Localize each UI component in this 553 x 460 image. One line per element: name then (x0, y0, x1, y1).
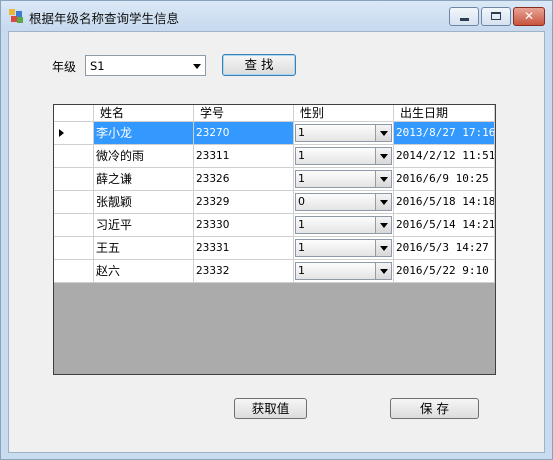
gender-select-value: 1 (298, 172, 305, 185)
cell-birth[interactable]: 2014/2/12 11:51 (394, 145, 495, 168)
gender-select-value: 1 (298, 218, 305, 231)
gender-select[interactable]: 1 (295, 239, 392, 257)
client-area: 年级 S1 查 找 姓名 学号 性别 出生日期 李小龙 23270 1 2013/8/… (8, 31, 545, 453)
chevron-down-icon (380, 131, 388, 136)
chevron-down-icon (380, 200, 388, 205)
column-header-gender[interactable]: 性别 (294, 105, 394, 122)
dropdown-button[interactable] (375, 125, 391, 141)
chevron-down-icon (380, 177, 388, 182)
gender-select[interactable]: 1 (295, 170, 392, 188)
dropdown-button[interactable] (375, 194, 391, 210)
gender-select[interactable]: 1 (295, 262, 392, 280)
minimize-icon (460, 18, 469, 21)
cell-gender[interactable]: 1 (294, 145, 394, 168)
gender-select[interactable]: 1 (295, 124, 392, 142)
student-grid[interactable]: 姓名 学号 性别 出生日期 李小龙 23270 1 2013/8/27 17:16 微冷… (53, 104, 496, 375)
cell-id[interactable]: 23329 (194, 191, 294, 214)
cell-id[interactable]: 23330 (194, 214, 294, 237)
chevron-down-icon (380, 269, 388, 274)
gender-select[interactable]: 1 (295, 147, 392, 165)
cell-id[interactable]: 23331 (194, 237, 294, 260)
chevron-down-icon (380, 154, 388, 159)
grid-corner-header[interactable] (54, 105, 94, 122)
cell-birth[interactable]: 2016/6/9 10:25 (394, 168, 495, 191)
column-header-birth[interactable]: 出生日期 (394, 105, 495, 122)
cell-birth[interactable]: 2016/5/22 9:10 (394, 260, 495, 283)
dropdown-button[interactable] (375, 171, 391, 187)
cell-name[interactable]: 微冷的雨 (94, 145, 194, 168)
chevron-down-icon (380, 223, 388, 228)
row-header[interactable] (54, 122, 94, 145)
minimize-button[interactable] (449, 7, 479, 26)
cell-birth[interactable]: 2016/5/3 14:27 (394, 237, 495, 260)
row-header[interactable] (54, 237, 94, 260)
cell-gender[interactable]: 1 (294, 122, 394, 145)
cell-birth[interactable]: 2016/5/14 14:21 (394, 214, 495, 237)
dropdown-button[interactable] (375, 240, 391, 256)
cell-name[interactable]: 李小龙 (94, 122, 194, 145)
cell-id[interactable]: 23311 (194, 145, 294, 168)
cell-name[interactable]: 张靓颖 (94, 191, 194, 214)
main-window: 根据年级名称查询学生信息 ✕ 年级 S1 查 找 姓名 学号 性别 出生日期 李… (0, 0, 553, 460)
search-button[interactable]: 查 找 (222, 54, 296, 76)
column-header-id[interactable]: 学号 (194, 105, 294, 122)
gender-select-value: 1 (298, 241, 305, 254)
chevron-down-icon (380, 246, 388, 251)
cell-gender[interactable]: 1 (294, 237, 394, 260)
gender-select[interactable]: 1 (295, 216, 392, 234)
gender-select-value: 1 (298, 126, 305, 139)
gender-select-value: 1 (298, 264, 305, 277)
cell-name[interactable]: 薛之谦 (94, 168, 194, 191)
close-icon: ✕ (523, 9, 535, 23)
row-header[interactable] (54, 260, 94, 283)
gender-select-value: 1 (298, 149, 305, 162)
chevron-down-icon[interactable] (193, 63, 201, 69)
cell-birth[interactable]: 2016/5/18 14:18 (394, 191, 495, 214)
cell-gender[interactable]: 1 (294, 260, 394, 283)
maximize-button[interactable] (481, 7, 511, 26)
row-header[interactable] (54, 145, 94, 168)
title-bar[interactable]: 根据年级名称查询学生信息 ✕ (1, 1, 552, 31)
app-icon[interactable] (9, 9, 23, 23)
grade-select-value: S1 (90, 59, 105, 73)
cell-id[interactable]: 23332 (194, 260, 294, 283)
cell-id[interactable]: 23326 (194, 168, 294, 191)
cell-gender[interactable]: 0 (294, 191, 394, 214)
window-title: 根据年级名称查询学生信息 (29, 11, 180, 26)
grade-select[interactable]: S1 (85, 55, 206, 76)
cell-name[interactable]: 赵六 (94, 260, 194, 283)
dropdown-button[interactable] (375, 263, 391, 279)
row-header[interactable] (54, 214, 94, 237)
gender-select[interactable]: 0 (295, 193, 392, 211)
get-value-button[interactable]: 获取值 (234, 398, 307, 419)
row-header[interactable] (54, 191, 94, 214)
cell-birth[interactable]: 2013/8/27 17:16 (394, 122, 495, 145)
dropdown-button[interactable] (375, 148, 391, 164)
close-button[interactable]: ✕ (513, 7, 545, 26)
current-row-icon (59, 129, 64, 137)
maximize-icon (491, 12, 501, 20)
cell-gender[interactable]: 1 (294, 214, 394, 237)
cell-id[interactable]: 23270 (194, 122, 294, 145)
cell-gender[interactable]: 1 (294, 168, 394, 191)
cell-name[interactable]: 习近平 (94, 214, 194, 237)
row-header[interactable] (54, 168, 94, 191)
dropdown-button[interactable] (375, 217, 391, 233)
gender-select-value: 0 (298, 195, 305, 208)
grade-label: 年级 (52, 60, 77, 74)
save-button[interactable]: 保 存 (390, 398, 479, 419)
column-header-name[interactable]: 姓名 (94, 105, 194, 122)
cell-name[interactable]: 王五 (94, 237, 194, 260)
